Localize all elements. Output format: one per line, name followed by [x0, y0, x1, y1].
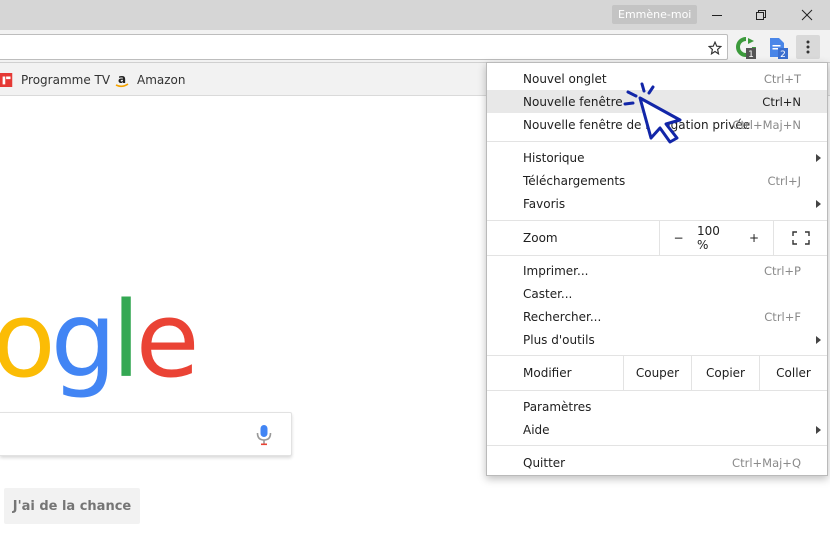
- toolbar: [0, 30, 830, 63]
- minimize-icon: [712, 15, 722, 16]
- microphone-icon: [256, 425, 272, 446]
- menu-item-label: Paramètres: [523, 399, 592, 414]
- menu-item-label: Rechercher...: [523, 309, 602, 324]
- menu-item-label: Modifier: [523, 366, 572, 380]
- green-extension-button[interactable]: 1: [734, 36, 758, 60]
- menu-item-shortcut: Ctrl+Maj+N: [732, 117, 801, 132]
- zoom-out-button[interactable]: −: [659, 221, 697, 255]
- menu-item-shortcut: Ctrl+T: [763, 71, 801, 86]
- submenu-arrow-icon: [816, 335, 821, 344]
- menu-row-zoom: Zoom − 100 % +: [487, 221, 827, 255]
- green-extension-badge: 1: [748, 50, 754, 60]
- copy-button[interactable]: Copier: [691, 356, 759, 390]
- bookmark-amazon[interactable]: a Amazon: [114, 63, 186, 96]
- restore-icon: [756, 10, 766, 20]
- docs-extension-icon: 2: [770, 38, 788, 60]
- bookmark-label: Amazon: [137, 72, 186, 87]
- menu-item-print[interactable]: Imprimer... Ctrl+P: [487, 259, 827, 282]
- cut-button[interactable]: Couper: [623, 356, 691, 390]
- bookmark-star-button[interactable]: [704, 39, 726, 57]
- menu-item-label: Nouvelle fenêtre: [523, 94, 623, 109]
- zoom-in-button[interactable]: +: [735, 221, 773, 255]
- restore-button[interactable]: [738, 0, 784, 30]
- three-dots-vertical-icon: [806, 40, 810, 54]
- bookmark-programme-tv[interactable]: Programme TV: [0, 63, 110, 96]
- fullscreen-icon: [791, 231, 810, 245]
- chrome-menu-button[interactable]: [796, 35, 820, 59]
- voice-search-button[interactable]: [254, 423, 274, 447]
- menu-item-label: Nouvel onglet: [523, 71, 607, 86]
- star-icon: [708, 41, 722, 55]
- feeling-lucky-button[interactable]: J'ai de la chance: [4, 488, 140, 524]
- zoom-level: 100 %: [697, 224, 720, 252]
- google-logo: ogle: [0, 288, 200, 392]
- title-bar: Emmène-moi: [0, 0, 830, 30]
- submenu-arrow-icon: [816, 425, 821, 434]
- menu-item-shortcut: Ctrl+P: [763, 263, 801, 278]
- menu-separator: [487, 390, 827, 391]
- svg-text:a: a: [118, 72, 126, 86]
- submenu-arrow-icon: [816, 199, 821, 208]
- menu-item-more-tools[interactable]: Plus d'outils: [487, 328, 827, 351]
- amazon-icon: a: [115, 72, 129, 87]
- menu-item-label: Historique: [523, 150, 585, 165]
- menu-item-find[interactable]: Rechercher... Ctrl+F: [487, 305, 827, 328]
- menu-item-quit[interactable]: Quitter Ctrl+Maj+Q: [487, 451, 827, 474]
- menu-item-bookmarks[interactable]: Favoris: [487, 192, 827, 215]
- click-cursor-icon: [623, 82, 682, 144]
- menu-item-settings[interactable]: Paramètres: [487, 395, 827, 418]
- green-extension-icon: 1: [736, 37, 756, 60]
- logo-letter: o: [0, 279, 56, 401]
- menu-item-shortcut: Ctrl+N: [762, 94, 801, 109]
- menu-item-shortcut: Ctrl+J: [767, 173, 802, 188]
- menu-item-history[interactable]: Historique: [487, 146, 827, 169]
- menu-row-edit: Modifier Couper Copier Coller: [487, 356, 827, 390]
- logo-letter: l: [111, 279, 141, 401]
- docs-extension-badge: 2: [780, 50, 786, 60]
- menu-item-label: Caster...: [523, 286, 573, 301]
- close-button[interactable]: [784, 0, 830, 30]
- bookmark-label: Programme TV: [21, 72, 111, 87]
- menu-item-label: Téléchargements: [523, 173, 626, 188]
- tf1-icon: [0, 72, 13, 87]
- menu-item-shortcut: Ctrl+F: [764, 309, 801, 324]
- logo-letter: e: [135, 279, 200, 401]
- menu-item-label: Imprimer...: [523, 263, 589, 278]
- menu-item-downloads[interactable]: Téléchargements Ctrl+J: [487, 169, 827, 192]
- docs-extension-button[interactable]: 2: [766, 36, 790, 60]
- close-icon: [801, 9, 813, 21]
- address-bar[interactable]: [0, 34, 728, 60]
- minimize-button[interactable]: [694, 0, 740, 30]
- fullscreen-button[interactable]: [773, 221, 827, 255]
- menu-separator: [487, 255, 827, 256]
- profile-button[interactable]: Emmène-moi: [612, 5, 698, 24]
- menu-item-label: Aide: [523, 422, 550, 437]
- menu-item-label: Plus d'outils: [523, 332, 595, 347]
- menu-item-label: Zoom: [523, 231, 558, 245]
- menu-separator: [487, 445, 827, 446]
- menu-item-label: Favoris: [523, 196, 566, 211]
- menu-item-cast[interactable]: Caster...: [487, 282, 827, 305]
- submenu-arrow-icon: [816, 153, 821, 162]
- menu-item-label: Quitter: [523, 455, 566, 470]
- menu-item-shortcut: Ctrl+Maj+Q: [732, 455, 801, 470]
- menu-item-help[interactable]: Aide: [487, 418, 827, 441]
- paste-button[interactable]: Coller: [759, 356, 827, 390]
- google-search-box[interactable]: [0, 412, 292, 456]
- logo-letter: g: [50, 279, 117, 401]
